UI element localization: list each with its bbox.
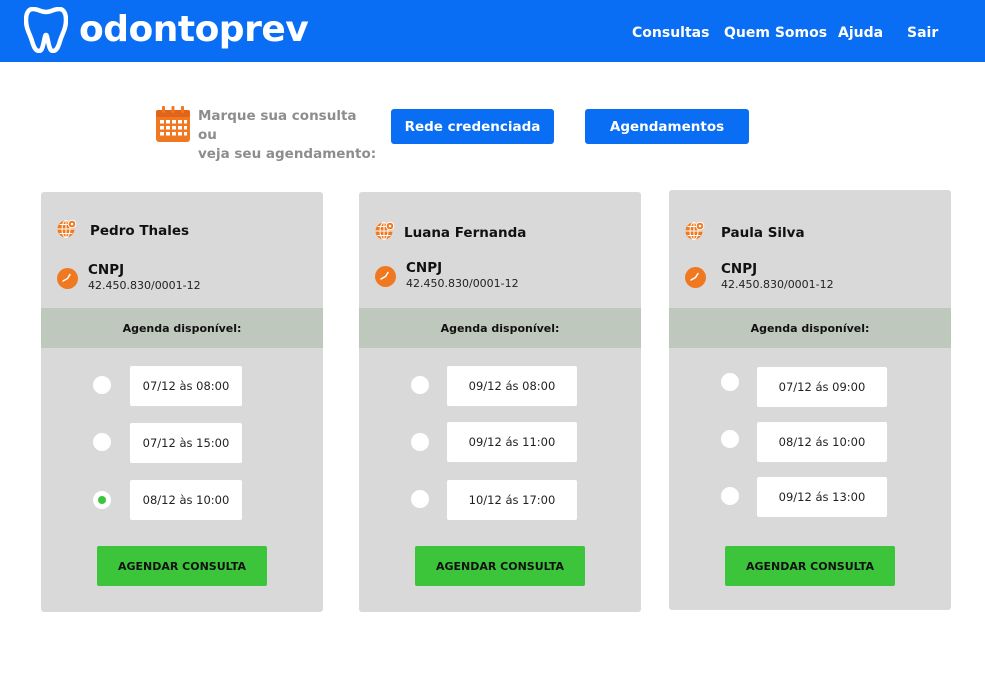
card-name-row: Pedro Thales — [57, 219, 189, 243]
clock-icon — [375, 266, 396, 291]
clock-icon — [57, 268, 78, 293]
calendar-icon — [155, 105, 191, 147]
slot-radio[interactable] — [93, 376, 111, 394]
slot-time[interactable]: 09/12 ás 13:00 — [757, 477, 887, 517]
nav-quem-somos[interactable]: Quem Somos — [724, 24, 827, 42]
slot-radio-selected[interactable] — [93, 491, 111, 509]
agendar-consulta-button[interactable]: AGENDAR CONSULTA — [415, 546, 585, 586]
cnpj-value: 42.450.830/0001-12 — [406, 277, 519, 290]
globe-pin-icon — [375, 221, 395, 245]
tooth-icon — [24, 7, 68, 53]
logo[interactable]: odontoprev — [24, 7, 309, 53]
cnpj-label: CNPJ — [88, 262, 125, 278]
nav-ajuda[interactable]: Ajuda — [838, 24, 883, 42]
agenda-label: Agenda disponível: — [122, 321, 242, 335]
card-name-row: Luana Fernanda — [375, 221, 526, 245]
dentist-card: Pedro Thales CNPJ 42.450.830/0001-12 Age… — [41, 192, 323, 612]
globe-pin-icon — [685, 221, 705, 245]
dentist-name: Luana Fernanda — [404, 225, 527, 241]
brand-name: odontoprev — [79, 9, 309, 50]
clock-icon — [685, 267, 706, 292]
slot-radio[interactable] — [721, 373, 739, 391]
slot-radio[interactable] — [411, 490, 429, 508]
cnpj-value: 42.450.830/0001-12 — [721, 278, 834, 291]
cta-text: Marque sua consulta ou veja seu agendame… — [198, 107, 378, 164]
globe-pin-icon — [57, 219, 77, 243]
slot-time[interactable]: 07/12 ás 09:00 — [757, 367, 887, 407]
slot-radio[interactable] — [411, 433, 429, 451]
cta-line-1: Marque sua consulta ou — [198, 108, 357, 143]
slot-time[interactable]: 09/12 ás 08:00 — [447, 366, 577, 406]
cta-row: Marque sua consulta ou veja seu agendame… — [0, 105, 985, 162]
nav-sair[interactable]: Sair — [907, 24, 938, 42]
dentist-card: Luana Fernanda CNPJ 42.450.830/0001-12 A… — [359, 192, 641, 612]
top-header: odontoprev Consultas Quem Somos Ajuda Sa… — [0, 0, 985, 62]
rede-credenciada-button[interactable]: Rede credenciada — [391, 109, 554, 144]
cta-line-2: veja seu agendamento: — [198, 146, 377, 162]
agenda-bar: Agenda disponível: — [359, 308, 641, 348]
agenda-label: Agenda disponível: — [750, 321, 870, 335]
dentist-name: Paula Silva — [721, 225, 805, 241]
slot-time[interactable]: 07/12 às 08:00 — [130, 366, 242, 406]
cnpj-label: CNPJ — [721, 261, 758, 277]
slot-time[interactable]: 09/12 ás 11:00 — [447, 422, 577, 462]
card-name-row: Paula Silva — [685, 221, 805, 245]
nav-consultas[interactable]: Consultas — [632, 24, 709, 42]
agendamentos-button[interactable]: Agendamentos — [585, 109, 749, 144]
cnpj-label: CNPJ — [406, 260, 443, 276]
dentist-name: Pedro Thales — [90, 223, 190, 239]
slot-radio[interactable] — [721, 487, 739, 505]
slot-time[interactable]: 10/12 ás 17:00 — [447, 480, 577, 520]
agenda-bar: Agenda disponível: — [41, 308, 323, 348]
dentist-card: Paula Silva CNPJ 42.450.830/0001-12 Agen… — [669, 190, 951, 610]
slot-time[interactable]: 08/12 ás 10:00 — [757, 422, 887, 462]
slot-radio[interactable] — [93, 433, 111, 451]
agenda-label: Agenda disponível: — [440, 321, 560, 335]
slot-time[interactable]: 07/12 às 15:00 — [130, 423, 242, 463]
slot-time[interactable]: 08/12 às 10:00 — [130, 480, 242, 520]
agenda-bar: Agenda disponível: — [669, 308, 951, 348]
cnpj-value: 42.450.830/0001-12 — [88, 279, 201, 292]
slot-radio[interactable] — [721, 430, 739, 448]
slot-radio[interactable] — [411, 376, 429, 394]
agendar-consulta-button[interactable]: AGENDAR CONSULTA — [97, 546, 267, 586]
agendar-consulta-button[interactable]: AGENDAR CONSULTA — [725, 546, 895, 586]
